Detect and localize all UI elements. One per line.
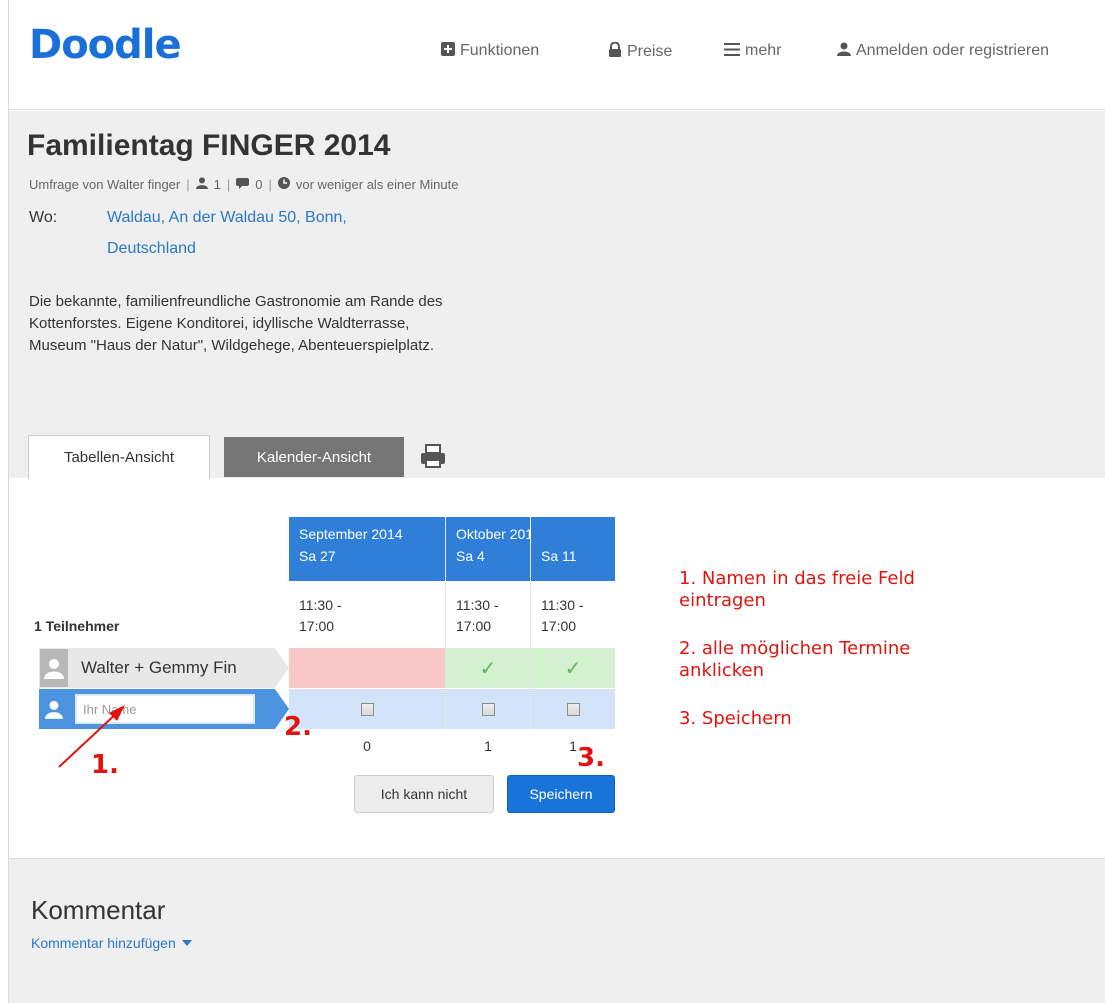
separator: | [226, 177, 231, 192]
nav-label: Preise [627, 42, 673, 60]
save-button[interactable]: Speichern [507, 775, 615, 813]
time-cell: 11:30 - 17:00 [289, 581, 445, 647]
column-header-sa11: Sa 11 [531, 517, 615, 581]
comment-section: Kommentar Kommentar hinzufügen [9, 858, 1105, 1003]
nav-label: mehr [745, 42, 782, 59]
participants-heading: 1 Teilnehmer [34, 618, 120, 634]
poll-time: vor weniger als einer Minute [295, 177, 459, 192]
add-comment-label: Kommentar hinzufügen [31, 935, 176, 951]
comment-title: Kommentar [31, 895, 166, 925]
nav-preise[interactable]: Preise [608, 41, 673, 61]
nav-funktionen[interactable]: Funktionen [441, 42, 539, 60]
poll-author[interactable]: Umfrage von Walter finger [29, 177, 180, 192]
lock-icon [608, 41, 622, 61]
column-header-sa4: Oktober 2014 Sa 4 [446, 517, 541, 581]
top-navbar: Doodle Funktionen Preise mehr Anmelden o… [9, 0, 1105, 110]
tab-calendar-view[interactable]: Kalender-Ansicht [224, 437, 404, 477]
separator: | [268, 177, 272, 192]
location-link[interactable]: Waldau, An der Waldau 50, Bonn, [107, 209, 347, 227]
time-end: 17:00 [456, 618, 492, 634]
day-label: Sa 4 [456, 548, 485, 564]
annotation-step-2: 2. alle möglichen Termine anklicken [679, 638, 911, 681]
plus-square-icon [441, 42, 455, 60]
menu-icon [724, 42, 740, 60]
time-start: 11:30 - [299, 597, 342, 613]
nav-label: Funktionen [460, 42, 540, 59]
comment-icon [236, 177, 250, 192]
time-start: 11:30 - [541, 597, 584, 613]
participant-row: Walter + Gemmy Fin [39, 648, 289, 688]
time-end: 17:00 [299, 618, 335, 634]
participant-name: Walter + Gemmy Fin [81, 658, 237, 677]
vote-cell-no [289, 648, 445, 688]
participants-count: 1 [213, 177, 221, 192]
option-checkbox-sa11[interactable] [566, 702, 580, 716]
nav-login[interactable]: Anmelden oder registrieren [837, 42, 1049, 60]
tab-table-view[interactable]: Tabellen-Ansicht [28, 435, 210, 479]
doodle-logo[interactable]: Doodle [29, 22, 182, 68]
time-start: 11:30 - [456, 597, 499, 613]
location-link-country[interactable]: Deutschland [107, 240, 196, 258]
option-cell [531, 689, 615, 729]
clock-icon [277, 177, 290, 192]
column-divider [445, 520, 446, 728]
annotation-number-2: 2. [284, 712, 312, 742]
day-label: Sa 27 [299, 548, 336, 564]
print-icon[interactable] [419, 443, 447, 469]
option-checkbox-sa4[interactable] [481, 702, 495, 716]
nav-label: Anmelden oder registrieren [856, 42, 1049, 59]
annotation-number-1: 1. [91, 750, 119, 780]
annotation-number-3: 3. [577, 743, 605, 773]
time-cell: 11:30 - 17:00 [531, 581, 615, 647]
annotation-step-3: 3. Speichern [679, 708, 792, 729]
avatar [40, 649, 68, 687]
annotation-step-1: 1. Namen in das freie Feld eintragen [679, 568, 915, 611]
poll-description: Die bekannte, familienfreundliche Gastro… [29, 293, 443, 354]
poll-header: Familientag FINGER 2014 Umfrage von Walt… [9, 111, 1105, 478]
count-sa4: 1 [484, 738, 492, 754]
vote-cell-yes: ✓ [446, 648, 530, 688]
nav-mehr[interactable]: mehr [724, 42, 781, 60]
page: Doodle Funktionen Preise mehr Anmelden o… [8, 0, 1105, 1003]
location-label: Wo: [29, 209, 58, 226]
option-cell [289, 689, 445, 729]
time-cell: 11:30 - 17:00 [446, 581, 530, 647]
time-end: 17:00 [541, 618, 577, 634]
comments-count: 0 [255, 177, 263, 192]
option-cell [446, 689, 530, 729]
column-header-sa27: September 2014 Sa 27 [289, 517, 445, 581]
month-label: September 2014 [299, 526, 403, 542]
separator: | [186, 177, 190, 192]
option-checkbox-sa27[interactable] [360, 702, 374, 716]
vote-cell-yes: ✓ [531, 648, 615, 688]
caret-down-icon [181, 940, 192, 946]
column-divider [530, 545, 531, 728]
participants-icon [195, 177, 208, 192]
add-comment-link[interactable]: Kommentar hinzufügen [31, 935, 192, 951]
count-sa27: 0 [363, 738, 371, 754]
cannot-attend-button[interactable]: Ich kann nicht [354, 775, 494, 813]
check-icon: ✓ [564, 657, 582, 680]
check-icon: ✓ [479, 657, 497, 680]
poll-title: Familientag FINGER 2014 [27, 129, 391, 162]
day-label: Sa 11 [541, 548, 577, 564]
poll-meta: Umfrage von Walter finger | 1 | 0 | vor … [29, 177, 458, 192]
user-icon [837, 42, 851, 60]
month-label: Oktober 2014 [456, 526, 541, 542]
